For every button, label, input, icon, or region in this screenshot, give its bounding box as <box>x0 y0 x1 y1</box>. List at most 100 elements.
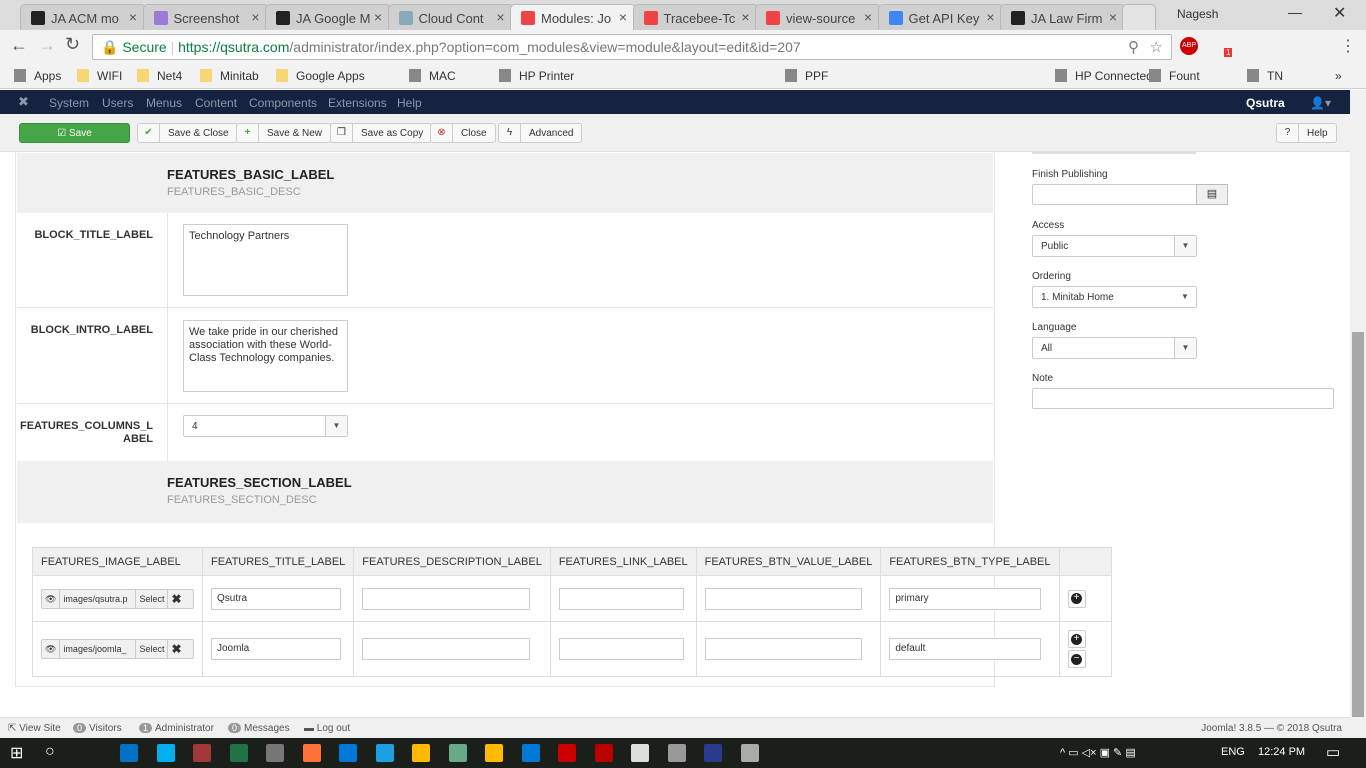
bookmark-item[interactable]: MAC <box>429 69 456 83</box>
visitors-link[interactable]: 0 Visitors <box>73 723 122 734</box>
save-copy-button[interactable]: ❐ Save as Copy <box>330 123 433 143</box>
description-input[interactable] <box>362 638 531 660</box>
view-site-link[interactable]: ⇱ View Site <box>8 723 61 734</box>
bookmark-item[interactable]: Apps <box>34 69 61 83</box>
block-intro-textarea[interactable]: We take pride in our cherished associati… <box>183 320 348 392</box>
browser-tab[interactable]: Modules: Jo × <box>510 4 636 30</box>
select-button[interactable]: Select <box>136 589 169 608</box>
back-icon[interactable]: ← <box>10 35 28 56</box>
link-input[interactable] <box>558 638 684 660</box>
help-button[interactable]: ? Help <box>1276 123 1337 143</box>
taskbar-app-icon[interactable] <box>704 744 722 762</box>
browser-tab[interactable]: view-source × <box>755 4 881 30</box>
access-select[interactable]: Public ▼ <box>1032 235 1197 257</box>
taskbar-app-icon[interactable] <box>375 744 394 762</box>
taskbar-app-icon[interactable] <box>229 744 248 762</box>
profile-name[interactable]: Nagesh <box>1177 7 1218 21</box>
reload-icon[interactable]: ↻ <box>65 34 80 55</box>
user-link[interactable]: Qsutra <box>1246 96 1285 110</box>
tab-close-icon[interactable]: × <box>496 9 504 25</box>
bookmark-item[interactable]: Minitab <box>220 69 259 83</box>
taskbar-app-icon[interactable] <box>412 744 430 762</box>
bookmarks-overflow-icon[interactable]: » <box>1335 69 1342 83</box>
menu-icon[interactable]: ⋮ <box>1340 36 1356 56</box>
link-input[interactable] <box>558 587 684 610</box>
taskbar-app-icon[interactable] <box>339 744 357 762</box>
note-input[interactable] <box>1032 388 1334 409</box>
url-bar[interactable]: 🔒 Secure | https://qsutra.com/administra… <box>92 34 1172 60</box>
nav-item-help[interactable]: Help <box>397 96 422 110</box>
browser-tab[interactable]: Tracebee-Tc × <box>632 4 759 30</box>
browser-tab[interactable]: Get API Key × <box>877 4 1004 30</box>
btn-type-input[interactable]: default <box>889 638 1042 660</box>
user-icon[interactable]: 👤▾ <box>1310 96 1331 110</box>
clear-icon[interactable]: ✖ <box>168 590 184 608</box>
taskbar-app-icon[interactable] <box>156 744 175 762</box>
tray-icons[interactable]: ^ ▭ ◁× ▣ ✎ ▤ <box>1060 746 1136 759</box>
taskbar-app-icon[interactable] <box>631 744 649 762</box>
tab-close-icon[interactable]: × <box>251 9 259 25</box>
save-button[interactable]: ☑ Save <box>19 123 130 143</box>
new-tab-button[interactable] <box>1122 4 1156 30</box>
bookmark-item[interactable]: PPF <box>805 69 828 83</box>
save-close-button[interactable]: ✔ Save & Close <box>137 123 238 143</box>
bookmark-item[interactable]: WIFI <box>97 69 122 83</box>
scrollbar-thumb[interactable] <box>1352 332 1364 717</box>
administrator-link[interactable]: 1 Administrator <box>139 723 214 734</box>
language-indicator[interactable]: ENG <box>1221 746 1245 758</box>
btn-type-input[interactable]: primary <box>889 587 1042 610</box>
nav-item-content[interactable]: Content <box>195 96 237 110</box>
bookmark-item[interactable]: TN <box>1267 69 1283 83</box>
nav-item-components[interactable]: Components <box>249 96 317 110</box>
taskbar-app-icon[interactable] <box>594 744 613 762</box>
tab-close-icon[interactable]: × <box>374 9 382 25</box>
taskbar-app-icon[interactable] <box>266 744 284 762</box>
nav-item-menus[interactable]: Menus <box>146 96 182 110</box>
language-select[interactable]: All ▼ <box>1032 337 1197 359</box>
nav-item-extensions[interactable]: Extensions <box>328 96 387 110</box>
search-icon[interactable]: ○ <box>45 743 55 761</box>
logout-link[interactable]: ▬ Log out <box>304 723 350 734</box>
add-row-button[interactable]: + <box>1067 630 1086 648</box>
advanced-button[interactable]: ϟ Advanced <box>498 123 583 143</box>
clear-icon[interactable]: ✖ <box>168 640 184 658</box>
title-input[interactable]: Qsutra <box>211 587 341 610</box>
taskbar-app-icon[interactable] <box>120 744 138 762</box>
bookmark-item[interactable]: Fount <box>1169 69 1200 83</box>
bookmark-star-icon[interactable]: ☆ <box>1150 38 1163 56</box>
ordering-select[interactable]: 1. Minitab Home ▼ <box>1032 286 1197 308</box>
taskbar-app-icon[interactable] <box>558 744 576 762</box>
forward-icon[interactable]: → <box>38 35 56 56</box>
add-row-button[interactable]: + <box>1067 589 1086 608</box>
taskbar-app-icon[interactable] <box>521 744 540 762</box>
joomla-logo-icon[interactable]: ✖ <box>18 94 29 110</box>
tab-close-icon[interactable]: × <box>864 9 872 25</box>
tab-close-icon[interactable]: × <box>619 9 627 25</box>
taskbar-app-icon[interactable] <box>667 744 686 762</box>
notifications-icon[interactable]: ▭ <box>1326 743 1340 761</box>
close-button[interactable]: ⊗ Close <box>430 123 496 143</box>
windows-start-icon[interactable]: ⊞ <box>10 743 23 763</box>
browser-tab[interactable]: Screenshot × <box>142 4 269 30</box>
bookmark-item[interactable]: Google Apps <box>296 69 365 83</box>
clock[interactable]: 12:24 PM <box>1258 746 1305 758</box>
browser-tab[interactable]: JA Law Firm × <box>1000 4 1126 30</box>
title-input[interactable]: Joomla <box>211 638 341 660</box>
taskbar-app-icon[interactable] <box>302 744 321 762</box>
select-button[interactable]: Select <box>136 640 169 658</box>
tab-close-icon[interactable]: × <box>986 9 994 25</box>
bookmark-item[interactable]: HP Connected <box>1075 69 1153 83</box>
columns-select[interactable]: 4 ▼ <box>183 415 348 437</box>
calendar-icon[interactable]: ▤ <box>1196 184 1228 205</box>
zoom-icon[interactable]: ⚲ <box>1128 38 1139 56</box>
nav-item-system[interactable]: System <box>49 96 89 110</box>
taskbar-app-icon[interactable] <box>740 744 759 762</box>
nav-item-users[interactable]: Users <box>102 96 133 110</box>
adblock-icon[interactable]: ABP <box>1180 37 1198 55</box>
browser-tab[interactable]: JA ACM mo × <box>20 4 146 30</box>
browser-tab[interactable]: JA Google M × <box>265 4 391 30</box>
btn-value-input[interactable] <box>704 638 862 660</box>
tab-close-icon[interactable]: × <box>129 9 137 25</box>
block-title-textarea[interactable]: Technology Partners <box>183 224 348 296</box>
messages-link[interactable]: 0 Messages <box>228 723 290 734</box>
